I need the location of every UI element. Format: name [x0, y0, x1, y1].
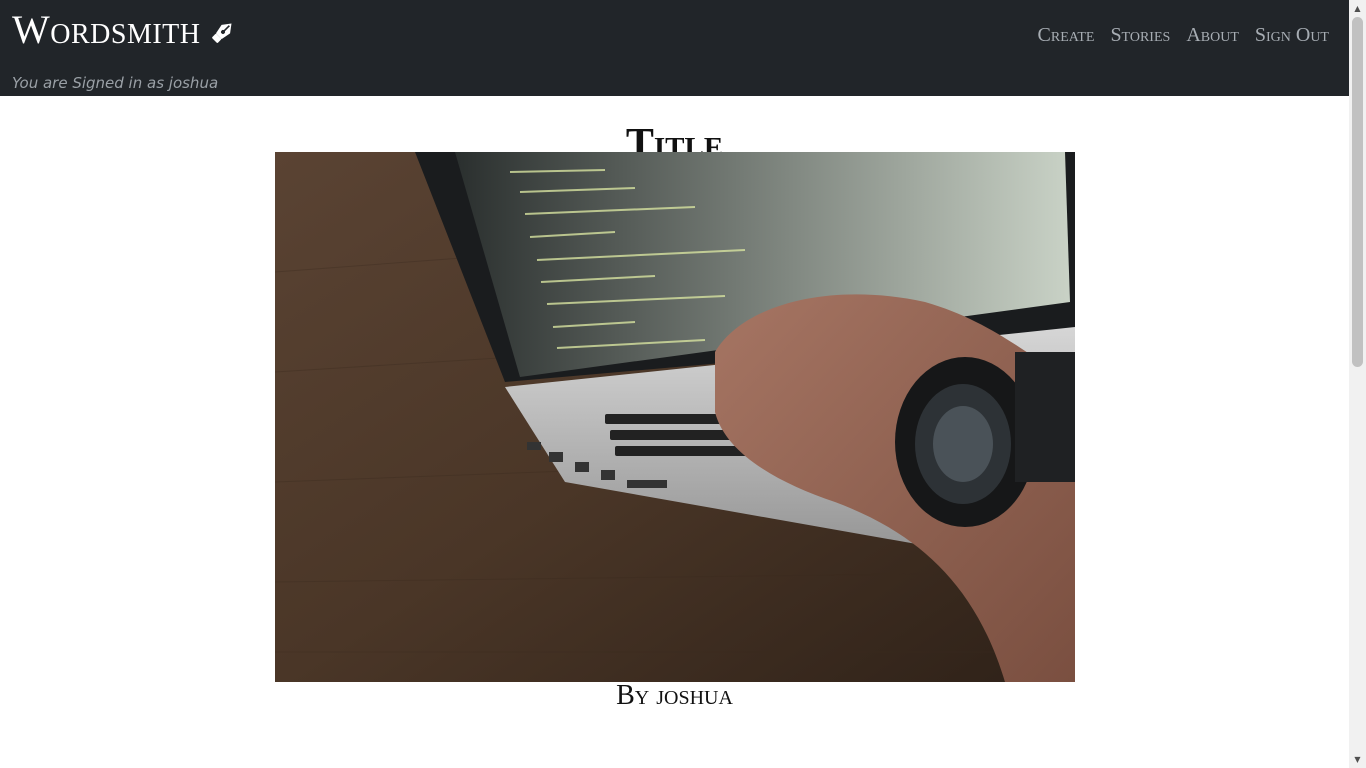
brand-name: Wordsmith: [12, 7, 201, 52]
scrollbar-thumb[interactable]: [1352, 17, 1363, 367]
nav-stories-link[interactable]: Stories: [1110, 24, 1170, 47]
scroll-down-arrow-icon[interactable]: ▼: [1349, 751, 1366, 768]
brand-link[interactable]: Wordsmith: [12, 6, 237, 54]
page-scrollbar[interactable]: ▲ ▼: [1349, 0, 1366, 768]
fountain-pen-icon: [209, 18, 237, 46]
scroll-up-arrow-icon[interactable]: ▲: [1349, 0, 1366, 17]
story-cover-image: [275, 152, 1075, 682]
top-navbar: Wordsmith You are Signed in as joshua Cr…: [0, 0, 1349, 96]
nav-links: Create Stories About Sign Out: [1038, 24, 1329, 47]
nav-about-link[interactable]: About: [1186, 24, 1239, 47]
nav-sign-out-link[interactable]: Sign Out: [1255, 24, 1329, 47]
story-byline: By joshua: [616, 680, 733, 711]
signed-in-status: You are Signed in as joshua: [12, 74, 219, 92]
nav-create-link[interactable]: Create: [1038, 24, 1095, 47]
